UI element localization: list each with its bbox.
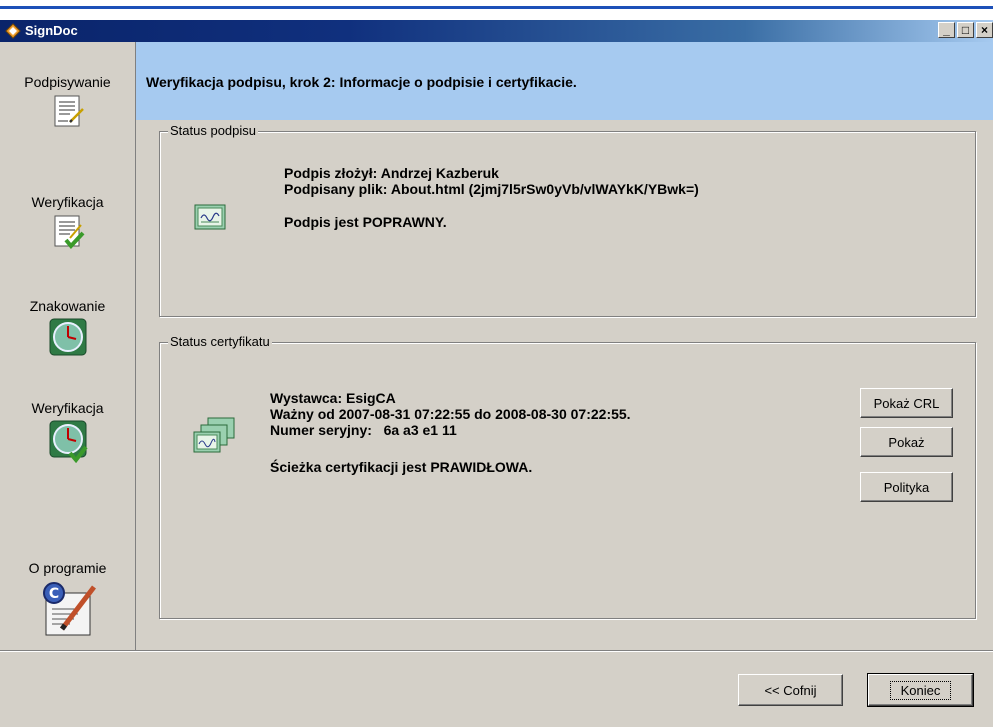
about-certificate-icon: C xyxy=(42,582,96,636)
show-certificate-button[interactable]: Pokaż xyxy=(860,427,953,457)
sidebar: Podpisywanie Weryfikacja Znakowanie Wery… xyxy=(0,42,135,650)
certificate-status-legend: Status certyfikatu xyxy=(168,334,272,349)
back-button[interactable]: << Cofnij xyxy=(738,674,843,706)
sidebar-item-label: O programie xyxy=(28,560,107,576)
sidebar-item-label: Podpisywanie xyxy=(24,74,111,90)
sidebar-item-about[interactable]: O programie C xyxy=(0,560,135,639)
finish-button[interactable]: Koniec xyxy=(867,673,974,707)
sidebar-item-verification[interactable]: Weryfikacja xyxy=(0,194,135,249)
show-crl-button[interactable]: Pokaż CRL xyxy=(860,388,953,418)
sidebar-item-timestamping[interactable]: Znakowanie xyxy=(0,298,135,357)
title-bar[interactable]: SignDoc _ □ × xyxy=(0,20,993,42)
signature-result-text: Podpis jest POPRAWNY. xyxy=(284,214,447,230)
maximize-button[interactable]: □ xyxy=(957,22,974,38)
clock-icon xyxy=(49,318,86,356)
certificate-chain-icon xyxy=(193,417,235,453)
page-title: Weryfikacja podpisu, krok 2: Informacje … xyxy=(146,74,577,90)
clock-verify-icon xyxy=(49,420,88,463)
minimize-button[interactable]: _ xyxy=(938,22,955,38)
back-button-label: << Cofnij xyxy=(764,682,817,698)
sidebar-item-timestamp-verification[interactable]: Weryfikacja xyxy=(0,400,135,463)
signer-text: Podpis złożył: Andrzej Kazberuk xyxy=(284,165,499,181)
validity-text: Ważny od 2007-08-31 07:22:55 do 2008-08-… xyxy=(270,406,631,422)
top-border xyxy=(0,0,993,10)
finish-button-label: Koniec xyxy=(889,680,952,700)
sidebar-divider xyxy=(135,42,136,650)
step-header: Weryfikacja podpisu, krok 2: Informacje … xyxy=(136,42,993,120)
signature-status-group: Status podpisu Podpis złożył: Andrzej Ka… xyxy=(159,123,976,317)
sidebar-item-label: Weryfikacja xyxy=(31,400,104,416)
signature-status-legend: Status podpisu xyxy=(168,123,259,138)
sidebar-item-label: Weryfikacja xyxy=(31,194,104,210)
document-verify-icon xyxy=(54,215,84,249)
document-sign-icon xyxy=(54,95,84,127)
signature-certificate-icon xyxy=(194,204,226,230)
sidebar-item-label: Znakowanie xyxy=(29,298,106,314)
footer-divider xyxy=(0,650,993,652)
certification-path-text: Ścieżka certyfikacji jest PRAWIDŁOWA. xyxy=(270,459,533,475)
close-button[interactable]: × xyxy=(976,22,993,38)
signed-file-text: Podpisany plik: About.html (2jmj7l5rSw0y… xyxy=(284,181,699,197)
app-icon xyxy=(5,23,21,39)
svg-text:C: C xyxy=(48,586,58,602)
app-window: SignDoc _ □ × Podpisywanie Weryfikacja Z… xyxy=(0,20,993,727)
issuer-text: Wystawca: EsigCA xyxy=(270,390,396,406)
certificate-status-group: Status certyfikatu Wystawca: EsigCA Ważn… xyxy=(159,334,976,619)
policy-button[interactable]: Polityka xyxy=(860,472,953,502)
sidebar-item-signing[interactable]: Podpisywanie xyxy=(0,74,135,129)
serial-number-text: Numer seryjny: 6a a3 e1 11 xyxy=(270,422,457,438)
window-title: SignDoc xyxy=(25,23,78,38)
